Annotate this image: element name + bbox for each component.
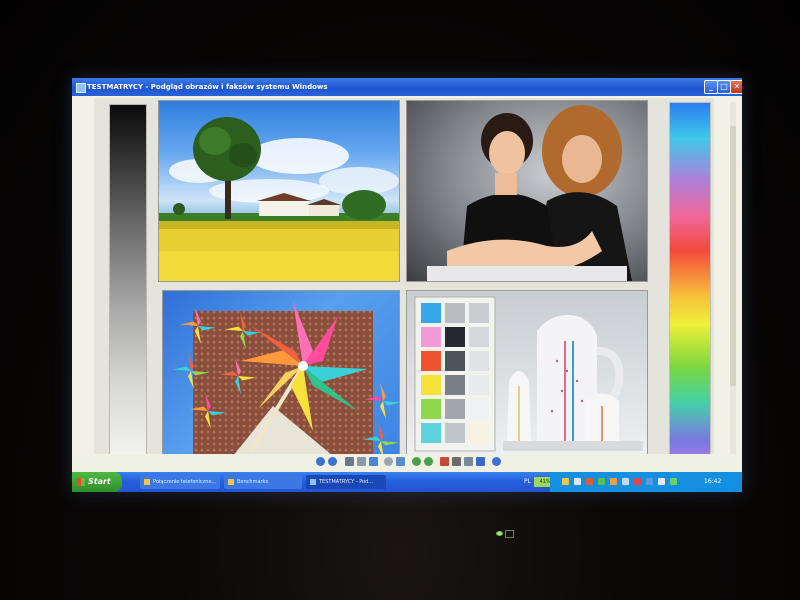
tray-app3-icon[interactable]: [622, 478, 629, 485]
rotate-cw-icon[interactable]: [412, 457, 421, 466]
language-indicator[interactable]: PL: [524, 472, 531, 492]
window-title-bar[interactable]: TESTMATRYCY - Podgląd obrazów i faksów s…: [72, 78, 742, 96]
color-swatch: [469, 327, 489, 347]
start-label: Start: [88, 477, 111, 486]
viewer-icon: [310, 478, 316, 485]
close-button[interactable]: ✕: [730, 80, 742, 94]
windows-flag-icon: [77, 478, 85, 486]
task-label: Połączenie telefoniczne...: [153, 479, 217, 485]
rotate-ccw-icon[interactable]: [424, 457, 433, 466]
taskbar-item-testmatrycy[interactable]: TESTMATRYCY - Pod...: [306, 475, 386, 489]
monitor-logo-icon: [505, 530, 514, 538]
color-swatch: [469, 303, 489, 323]
task-label: TESTMATRYCY - Pod...: [319, 479, 374, 485]
tray-app-icon[interactable]: [598, 478, 605, 485]
color-swatch: [469, 351, 489, 371]
color-swatch: [445, 303, 465, 323]
connection-icon: [144, 478, 150, 485]
color-swatch: [469, 375, 489, 395]
tray-app6-icon[interactable]: [658, 478, 665, 485]
landscape-illustration: [159, 117, 399, 281]
color-swatch: [445, 375, 465, 395]
window-title: TESTMATRYCY - Podgląd obrazów i faksów s…: [87, 83, 328, 91]
edit-icon[interactable]: [476, 457, 485, 466]
color-spectrum-bar: [669, 102, 711, 456]
zoom-out-icon[interactable]: [396, 457, 405, 466]
taskbar-item-dialup[interactable]: Połączenie telefoniczne...: [140, 475, 220, 489]
power-led-icon: [496, 531, 503, 536]
app-icon: [76, 83, 86, 93]
color-swatch: [469, 399, 489, 419]
tray-app5-icon[interactable]: [646, 478, 653, 485]
color-swatch: [421, 351, 441, 371]
color-swatch: [421, 303, 441, 323]
start-button[interactable]: Start: [72, 472, 122, 492]
copy-icon[interactable]: [464, 457, 473, 466]
color-swatch: [469, 423, 489, 443]
color-swatch: [421, 423, 441, 443]
pinwheel-illustration: [173, 301, 399, 457]
color-swatch: [445, 327, 465, 347]
test-image: [94, 98, 714, 458]
color-swatch: [445, 423, 465, 443]
delete-icon[interactable]: [440, 457, 449, 466]
taskbar: Start Połączenie telefoniczne... Benchma…: [72, 472, 742, 492]
folder-icon: [228, 478, 234, 485]
tray-network-icon[interactable]: [562, 478, 569, 485]
tray-antivirus-icon[interactable]: [586, 478, 593, 485]
swatch-illustration: [414, 296, 643, 452]
taskbar-item-benchmarks[interactable]: Benchmarks: [224, 475, 302, 489]
minimize-button[interactable]: _: [704, 80, 718, 94]
portrait-illustration: [427, 105, 632, 281]
actual-size-icon[interactable]: [357, 457, 366, 466]
grayscale-gradient-bar: [109, 104, 147, 456]
viewer-toolbar: [72, 454, 742, 470]
best-fit-icon[interactable]: [345, 457, 354, 466]
monitor-screen: TESTMATRYCY - Podgląd obrazów i faksów s…: [72, 78, 742, 492]
scrollbar-thumb[interactable]: [730, 126, 736, 386]
tray-app7-icon[interactable]: [670, 478, 677, 485]
task-label: Benchmarks: [237, 479, 269, 485]
slideshow-icon[interactable]: [369, 457, 378, 466]
color-swatch: [445, 399, 465, 419]
color-swatch: [445, 351, 465, 371]
tray-app4-icon[interactable]: [634, 478, 641, 485]
tray-volume-icon[interactable]: [574, 478, 581, 485]
previous-icon[interactable]: [316, 457, 325, 466]
print-icon[interactable]: [452, 457, 461, 466]
zoom-in-icon[interactable]: [384, 457, 393, 466]
image-viewer-area: [72, 96, 742, 466]
color-swatch: [421, 327, 441, 347]
maximize-button[interactable]: □: [717, 80, 731, 94]
next-icon[interactable]: [328, 457, 337, 466]
tray-app2-icon[interactable]: [610, 478, 617, 485]
portrait-photo: [406, 100, 648, 282]
color-swatch: [421, 399, 441, 419]
color-swatch: [421, 375, 441, 395]
color-swatch-photo: [406, 290, 648, 458]
landscape-photo: [158, 100, 400, 282]
pinwheel-photo: [162, 290, 400, 458]
clock: 16:42: [704, 478, 722, 485]
close-icon[interactable]: [492, 457, 501, 466]
